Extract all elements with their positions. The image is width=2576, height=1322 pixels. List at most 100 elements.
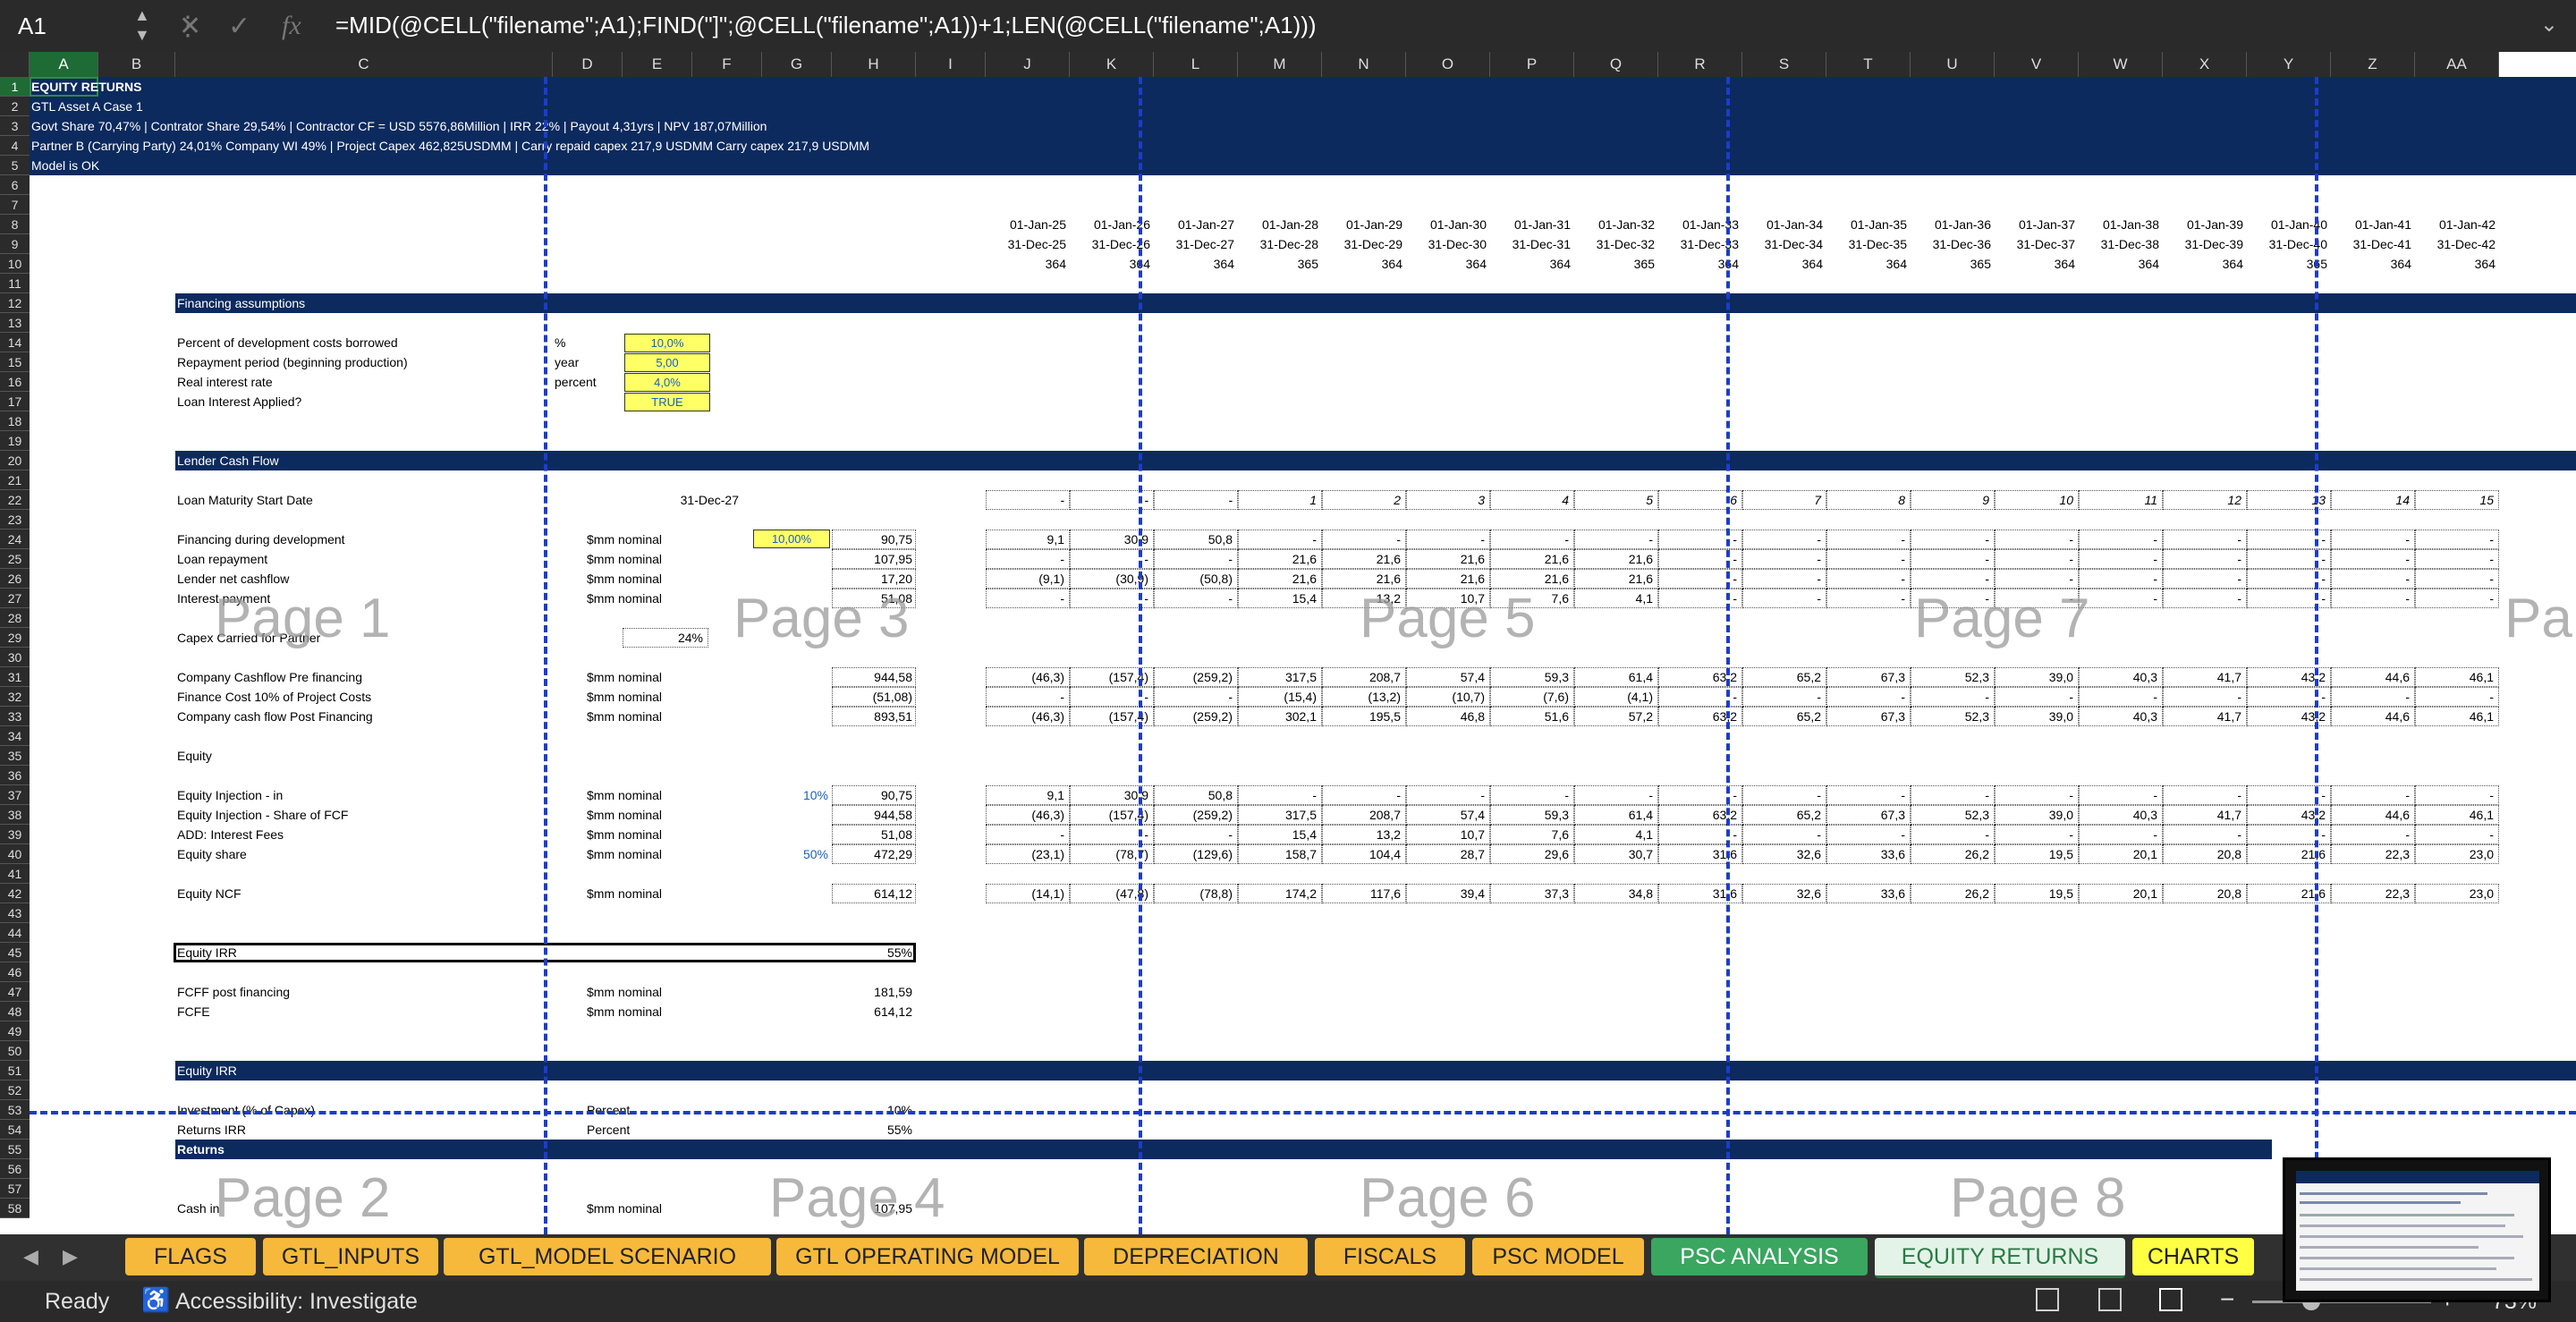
loan-period-value[interactable]: 11: [2079, 490, 2157, 510]
lender-row-value[interactable]: -: [1154, 549, 1233, 569]
loan-period-value[interactable]: 9: [1911, 490, 1989, 510]
row-header-20[interactable]: 20: [0, 451, 30, 470]
column-header-z[interactable]: Z: [2331, 52, 2415, 77]
company-row-value[interactable]: 65,2: [1742, 707, 1821, 726]
lender-row-value[interactable]: -: [2415, 549, 2494, 569]
column-header-r[interactable]: R: [1658, 52, 1742, 77]
equity-row-value[interactable]: 4,1: [1574, 825, 1653, 844]
loan-period-value[interactable]: -: [986, 490, 1064, 510]
column-header-h[interactable]: H: [832, 52, 916, 77]
lender-row-value[interactable]: -: [1826, 530, 1905, 549]
row-header-53[interactable]: 53: [0, 1100, 30, 1120]
row-header-58[interactable]: 58: [0, 1199, 30, 1218]
lender-row-value[interactable]: 4,1: [1574, 589, 1653, 608]
company-row-value[interactable]: (7,6): [1490, 687, 1569, 707]
row-header-30[interactable]: 30: [0, 648, 30, 667]
equity-row-value[interactable]: -: [1826, 785, 1905, 805]
company-row-value[interactable]: 208,7: [1322, 667, 1401, 687]
sheet-tab-gtl-inputs[interactable]: GTL_INPUTS: [263, 1238, 438, 1275]
lender-row-value[interactable]: -: [1826, 589, 1905, 608]
lender-row-value[interactable]: -: [1911, 549, 1989, 569]
lender-row-value[interactable]: -: [2415, 530, 2494, 549]
row-header-22[interactable]: 22: [0, 490, 30, 510]
page-layout-icon[interactable]: [2098, 1288, 2122, 1311]
company-row-value[interactable]: 41,7: [2163, 667, 2241, 687]
column-header-y[interactable]: Y: [2247, 52, 2331, 77]
lender-row-value[interactable]: -: [2079, 569, 2157, 589]
lender-row-value[interactable]: 21,6: [1490, 549, 1569, 569]
column-header-j[interactable]: J: [986, 52, 1070, 77]
lender-row-value[interactable]: -: [2331, 549, 2410, 569]
company-row-total[interactable]: 893,51: [832, 707, 912, 726]
equity-row-value[interactable]: -: [1742, 825, 1821, 844]
lender-row-value[interactable]: -: [2247, 589, 2326, 608]
lender-row-value[interactable]: -: [2079, 589, 2157, 608]
column-header-c[interactable]: C: [175, 52, 553, 77]
irr-row-value[interactable]: 55%: [832, 1120, 912, 1140]
column-header-p[interactable]: P: [1490, 52, 1574, 77]
lender-row-value[interactable]: -: [1658, 549, 1737, 569]
company-row-value[interactable]: -: [986, 687, 1064, 707]
row-header-56[interactable]: 56: [0, 1159, 30, 1179]
loan-period-value[interactable]: 8: [1826, 490, 1905, 510]
loan-period-value[interactable]: 14: [2331, 490, 2410, 510]
equity-row-value[interactable]: -: [2163, 785, 2241, 805]
row-header-10[interactable]: 10: [0, 254, 30, 274]
post-row-value[interactable]: 614,12: [832, 1002, 912, 1021]
row-header-47[interactable]: 47: [0, 982, 30, 1002]
lender-row-value[interactable]: -: [986, 589, 1064, 608]
equity-row-value[interactable]: 57,4: [1406, 805, 1485, 825]
equity-row-value[interactable]: (129,6): [1154, 844, 1233, 864]
company-row-value[interactable]: -: [1995, 687, 2073, 707]
company-row-value[interactable]: 65,2: [1742, 667, 1821, 687]
company-row-total[interactable]: 944,58: [832, 667, 912, 687]
sheet-tab-equity-returns[interactable]: EQUITY RETURNS: [1875, 1238, 2125, 1278]
company-row-value[interactable]: -: [1742, 687, 1821, 707]
company-row-value[interactable]: -: [2247, 687, 2326, 707]
sheet-tab-gtl-operating-model[interactable]: GTL OPERATING MODEL: [776, 1238, 1079, 1275]
company-row-value[interactable]: -: [2163, 687, 2241, 707]
lender-row-value[interactable]: 21,6: [1238, 549, 1317, 569]
row-header-13[interactable]: 13: [0, 313, 30, 333]
equity-row-value[interactable]: 44,6: [2331, 805, 2410, 825]
equity-row-value[interactable]: -: [986, 825, 1064, 844]
column-header-b[interactable]: B: [98, 52, 175, 77]
equity-ncf-value[interactable]: 22,3: [2331, 884, 2410, 903]
equity-row-value[interactable]: -: [1322, 785, 1401, 805]
equity-row-value[interactable]: 65,2: [1742, 805, 1821, 825]
lender-row-value[interactable]: -: [2247, 549, 2326, 569]
equity-row-value[interactable]: -: [1995, 825, 2073, 844]
loan-period-value[interactable]: 5: [1574, 490, 1653, 510]
equity-row-value[interactable]: -: [1238, 785, 1317, 805]
lender-row-value[interactable]: -: [2163, 530, 2241, 549]
company-row-value[interactable]: 43,2: [2247, 707, 2326, 726]
function-icon[interactable]: fx: [282, 11, 301, 41]
row-header-52[interactable]: 52: [0, 1080, 30, 1100]
equity-row-value[interactable]: -: [1154, 825, 1233, 844]
equity-row-value[interactable]: -: [1574, 785, 1653, 805]
lender-row-value[interactable]: -: [1826, 549, 1905, 569]
equity-row-value[interactable]: (157,4): [1070, 805, 1148, 825]
lender-row-value[interactable]: 50,8: [1154, 530, 1233, 549]
loan-period-value[interactable]: -: [1070, 490, 1148, 510]
lender-row-value[interactable]: 21,6: [1406, 549, 1485, 569]
equity-row-value[interactable]: 19,5: [1995, 844, 2073, 864]
equity-row-value[interactable]: -: [2163, 825, 2241, 844]
equity-row-value[interactable]: 33,6: [1826, 844, 1905, 864]
loan-period-value[interactable]: 1: [1238, 490, 1317, 510]
name-box[interactable]: A1 ▲ ▼: [0, 0, 170, 52]
equity-row-value[interactable]: 7,6: [1490, 825, 1569, 844]
row-header-11[interactable]: 11: [0, 274, 30, 293]
equity-row-pct[interactable]: 10%: [762, 785, 828, 805]
page-break-preview-icon[interactable]: [2159, 1288, 2182, 1311]
row-header-5[interactable]: 5: [0, 156, 30, 175]
equity-ncf-value[interactable]: (47,8): [1070, 884, 1148, 903]
row-header-54[interactable]: 54: [0, 1120, 30, 1140]
row-header-21[interactable]: 21: [0, 470, 30, 490]
equity-row-value[interactable]: 10,7: [1406, 825, 1485, 844]
lender-row-value[interactable]: 21,6: [1406, 569, 1485, 589]
loan-period-value[interactable]: -: [1154, 490, 1233, 510]
row-header-33[interactable]: 33: [0, 707, 30, 726]
column-header-n[interactable]: N: [1322, 52, 1406, 77]
lender-row-value[interactable]: -: [2331, 530, 2410, 549]
